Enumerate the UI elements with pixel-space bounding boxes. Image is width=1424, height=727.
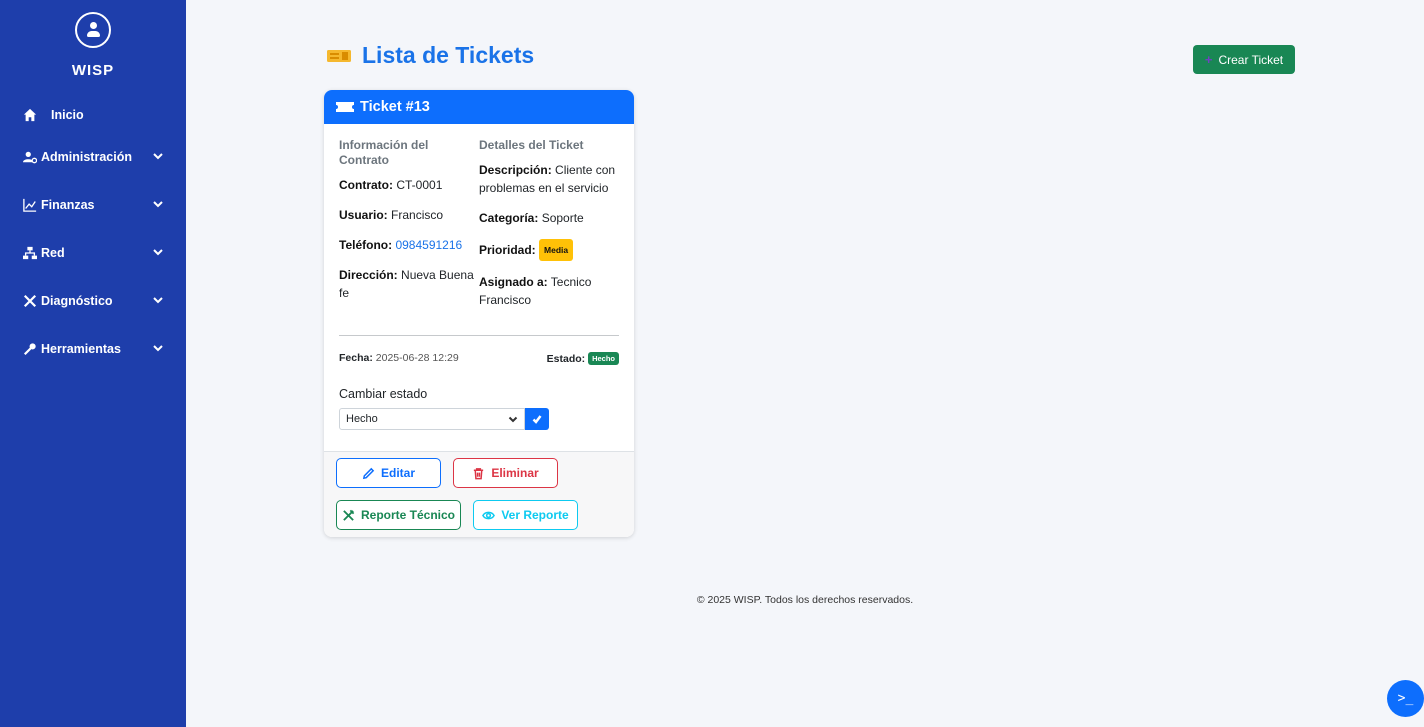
chevron-down-icon xyxy=(152,342,164,357)
ticket-icon xyxy=(327,49,351,62)
status-select[interactable]: Hecho xyxy=(339,408,525,430)
home-icon xyxy=(23,108,37,122)
usuario-label: Usuario: xyxy=(339,208,388,222)
trash-icon xyxy=(474,467,484,479)
delete-button[interactable]: Eliminar xyxy=(453,458,558,488)
telefono-label: Teléfono: xyxy=(339,238,393,252)
edit-label: Editar xyxy=(380,466,415,480)
ticket-title: Ticket #13 xyxy=(360,99,430,115)
ticket-card: Ticket #13 Información del Contrato Cont… xyxy=(324,90,634,537)
descripcion-label: Descripción: xyxy=(479,163,552,177)
divider xyxy=(339,335,619,336)
sidebar-item-red[interactable]: Red xyxy=(0,229,186,277)
contrato-label: Contrato: xyxy=(339,178,393,192)
ticket-details-column: Detalles del Ticket Descripción: Cliente… xyxy=(479,138,619,321)
fecha-label: Fecha: xyxy=(339,352,373,364)
sidebar-item-label: Administración xyxy=(41,150,132,164)
prioridad-label: Prioridad: xyxy=(479,243,536,257)
estado-label: Estado: xyxy=(546,353,586,365)
plus-icon: + xyxy=(1204,52,1213,67)
sidebar-item-herramientas[interactable]: Herramientas xyxy=(0,325,186,373)
tools-icon xyxy=(343,509,355,521)
terminal-button[interactable]: >_ xyxy=(1387,680,1424,717)
wrench-icon xyxy=(23,342,37,356)
sidebar-nav: Inicio Administración Finanzas Red Diagn… xyxy=(0,97,186,373)
chevron-down-icon xyxy=(152,198,164,213)
user-cog-icon xyxy=(23,150,37,164)
pencil-icon xyxy=(362,467,375,479)
status-select-value: Hecho xyxy=(346,413,378,425)
contract-info-column: Información del Contrato Contrato: CT-00… xyxy=(339,138,479,321)
page-heading: Lista de Tickets xyxy=(362,42,535,68)
brand: WISP xyxy=(0,0,186,79)
chevron-down-icon xyxy=(152,150,164,165)
technical-report-button[interactable]: Reporte Técnico xyxy=(336,500,461,530)
confirm-status-button[interactable] xyxy=(525,408,549,430)
telefono-link[interactable]: 0984591216 xyxy=(395,238,462,252)
status-badge: Hecho xyxy=(588,352,619,365)
check-icon xyxy=(532,415,542,424)
sidebar-item-finanzas[interactable]: Finanzas xyxy=(0,181,186,229)
page-footer: © 2025 WISP. Todos los derechos reservad… xyxy=(696,594,914,606)
priority-badge: Media xyxy=(539,239,574,261)
categoria-label: Categoría: xyxy=(479,211,539,225)
ticket-card-footer: Editar Eliminar Reporte Técnico Ver Repo… xyxy=(324,452,634,537)
edit-button[interactable]: Editar xyxy=(336,458,441,488)
chevron-down-icon xyxy=(152,246,164,261)
chevron-down-icon xyxy=(152,294,164,309)
chart-line-icon xyxy=(23,198,37,212)
asignado-label: Asignado a: xyxy=(479,275,548,289)
create-ticket-button[interactable]: + Crear Ticket xyxy=(1193,45,1295,74)
sidebar-item-label: Herramientas xyxy=(41,342,121,356)
sidebar-item-label: Diagnóstico xyxy=(41,294,113,308)
ticket-card-body: Información del Contrato Contrato: CT-00… xyxy=(324,124,634,452)
direccion-label: Dirección: xyxy=(339,268,398,282)
sidebar-item-inicio[interactable]: Inicio xyxy=(0,97,186,133)
categoria-value: Soporte xyxy=(541,211,584,225)
delete-label: Eliminar xyxy=(491,466,539,480)
fecha-value: 2025-06-28 12:29 xyxy=(375,352,459,364)
contract-section-title: Información del Contrato xyxy=(339,138,429,167)
view-report-label: Ver Reporte xyxy=(501,508,569,522)
eye-icon xyxy=(482,511,496,519)
page-title: Lista de Tickets xyxy=(326,42,534,69)
create-ticket-label: Crear Ticket xyxy=(1218,52,1284,67)
change-status-label: Cambiar estado xyxy=(339,387,428,401)
sidebar-item-label: Finanzas xyxy=(41,198,95,212)
view-report-button[interactable]: Ver Reporte xyxy=(473,500,578,530)
chevron-down-icon xyxy=(508,416,518,423)
ticket-card-header: Ticket #13 xyxy=(324,90,634,124)
technical-report-label: Reporte Técnico xyxy=(360,508,456,522)
tools-icon xyxy=(23,294,37,308)
sidebar-item-diagnostico[interactable]: Diagnóstico xyxy=(0,277,186,325)
ticket-meta: Fecha: 2025-06-28 12:29 Estado: Hecho xyxy=(339,352,619,365)
sidebar-item-label: Red xyxy=(41,246,65,260)
details-section-title: Detalles del Ticket xyxy=(479,138,584,152)
network-icon xyxy=(23,246,37,260)
usuario-value: Francisco xyxy=(391,208,444,222)
sidebar-item-administracion[interactable]: Administración xyxy=(0,133,186,181)
brand-name: WISP xyxy=(71,62,115,79)
sidebar-item-label: Inicio xyxy=(51,108,84,122)
change-status-row: Hecho xyxy=(339,408,619,430)
user-avatar-icon[interactable] xyxy=(75,12,111,48)
sidebar: WISP Inicio Administración Finanzas Red … xyxy=(0,0,186,727)
contrato-value: CT-0001 xyxy=(396,178,443,192)
ticket-icon xyxy=(336,102,354,112)
